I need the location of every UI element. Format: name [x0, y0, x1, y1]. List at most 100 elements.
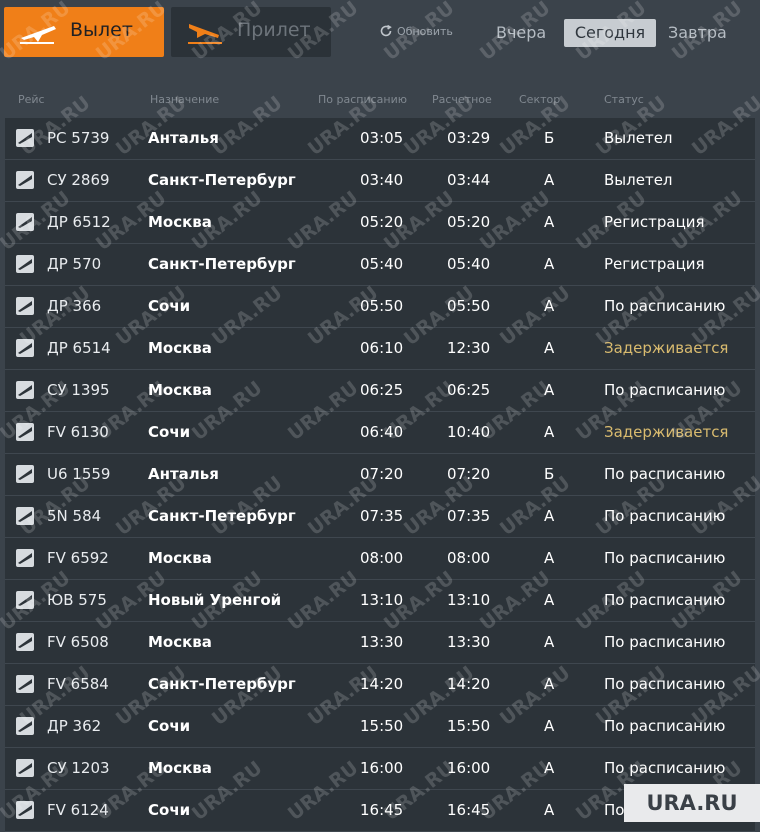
flight-status: Регистрация [604, 255, 705, 273]
flight-number: ДР 366 [47, 297, 102, 315]
flight-status: Вылетел [604, 171, 673, 189]
table-row[interactable]: ДР 362 Сочи 15:50 15:50 А По расписанию [5, 706, 755, 748]
sector: А [544, 549, 555, 567]
sector: А [544, 255, 555, 273]
airline-logo-icon [16, 549, 34, 567]
sector: А [544, 591, 555, 609]
table-row[interactable]: СУ 1395 Москва 06:25 06:25 А По расписанию [5, 370, 755, 412]
scheduled-time: 05:40 [360, 255, 404, 273]
scheduled-time: 05:50 [360, 297, 404, 315]
airline-logo-icon [16, 759, 34, 777]
flight-number: ДР 6514 [47, 339, 111, 357]
flight-number: ДР 6512 [47, 213, 111, 231]
table-row[interactable]: ЮВ 575 Новый Уренгой 13:10 13:10 А По расписа… [5, 580, 755, 622]
estimated-time: 15:50 [447, 717, 491, 735]
day-yesterday-button[interactable]: Вчера [496, 19, 546, 47]
table-row[interactable]: ДР 6514 Москва 06:10 12:30 А Задерживается [5, 328, 755, 370]
table-row[interactable]: РС 5739 Анталья 03:05 03:29 Б Вылетел [5, 118, 755, 160]
flight-number: FV 6508 [47, 633, 109, 651]
flight-status: По расписанию [604, 507, 726, 525]
top-bar: Вылет Прилет Обновить Вчера Сегодня Завт… [0, 0, 760, 66]
tab-departures-label: Вылет [70, 19, 133, 41]
refresh-icon [380, 24, 392, 37]
sector: Б [544, 465, 555, 483]
table-row[interactable]: U6 1559 Анталья 07:20 07:20 Б По расписанию [5, 454, 755, 496]
table-row[interactable]: 5N 584 Санкт-Петербург 07:35 07:35 А По распи… [5, 496, 755, 538]
scheduled-time: 05:20 [360, 213, 404, 231]
sector: А [544, 171, 555, 189]
airline-logo-icon [16, 717, 34, 735]
table-row[interactable]: FV 6584 Санкт-Петербург 14:20 14:20 А По расп… [5, 664, 755, 706]
tab-arrivals-label: Прилет [237, 19, 311, 41]
plane-takeoff-icon [20, 26, 56, 44]
table-row[interactable]: FV 6130 Сочи 06:40 10:40 А Задерживается [5, 412, 755, 454]
sector: А [544, 297, 555, 315]
scheduled-time: 06:25 [360, 381, 404, 399]
table-row[interactable]: FV 6508 Москва 13:30 13:30 А По расписанию [5, 622, 755, 664]
table-row[interactable]: СУ 2869 Санкт-Петербург 03:40 03:44 А Вылетел [5, 160, 755, 202]
estimated-time: 08:00 [447, 549, 491, 567]
col-destination-header: Назначение [150, 93, 220, 106]
destination: Анталья [148, 465, 219, 483]
tab-arrivals[interactable]: Прилет [171, 7, 331, 57]
estimated-time: 14:20 [447, 675, 491, 693]
estimated-time: 10:40 [447, 423, 491, 441]
airline-logo-icon [16, 423, 34, 441]
tab-departures[interactable]: Вылет [4, 7, 164, 57]
flight-number: СУ 1395 [47, 381, 110, 399]
scheduled-time: 03:05 [360, 129, 404, 147]
flight-status: Вылетел [604, 129, 673, 147]
flight-status: По расписанию [604, 633, 726, 651]
destination: Новый Уренгой [148, 591, 282, 609]
flight-number: РС 5739 [47, 129, 110, 147]
refresh-button[interactable]: Обновить [379, 24, 453, 38]
flight-status: По расписанию [604, 591, 726, 609]
scheduled-time: 06:40 [360, 423, 404, 441]
airline-logo-icon [16, 507, 34, 525]
estimated-time: 03:44 [447, 171, 491, 189]
destination: Сочи [148, 423, 191, 441]
destination: Санкт-Петербург [148, 171, 296, 189]
airline-logo-icon [16, 465, 34, 483]
col-flight-header: Рейс [18, 93, 45, 106]
day-today-button[interactable]: Сегодня [564, 19, 656, 47]
airline-logo-icon [16, 633, 34, 651]
col-sector-header: Сектор [519, 93, 561, 106]
destination: Санкт-Петербург [148, 507, 296, 525]
flight-status: Задерживается [604, 339, 729, 357]
airline-logo-icon [16, 297, 34, 315]
scheduled-time: 08:00 [360, 549, 404, 567]
table-row[interactable]: ДР 366 Сочи 05:50 05:50 А По расписанию [5, 286, 755, 328]
flight-number: FV 6130 [47, 423, 109, 441]
sector: А [544, 213, 555, 231]
col-scheduled-header: По расписанию [318, 93, 407, 106]
destination: Москва [148, 759, 212, 777]
estimated-time: 12:30 [447, 339, 491, 357]
sector: А [544, 801, 555, 819]
flight-number: FV 6584 [47, 675, 109, 693]
table-row[interactable]: ДР 570 Санкт-Петербург 05:40 05:40 А Регистра… [5, 244, 755, 286]
sector: А [544, 507, 555, 525]
estimated-time: 16:00 [447, 759, 491, 777]
flight-status: По расписанию [604, 297, 726, 315]
destination: Москва [148, 381, 212, 399]
day-tomorrow-button[interactable]: Завтра [668, 19, 727, 47]
table-row[interactable]: FV 6592 Москва 08:00 08:00 А По расписанию [5, 538, 755, 580]
flight-status: По расписанию [604, 381, 726, 399]
sector: А [544, 423, 555, 441]
flight-status: По расписанию [604, 717, 726, 735]
scheduled-time: 16:45 [360, 801, 404, 819]
sector: Б [544, 129, 555, 147]
sector: А [544, 759, 555, 777]
col-estimated-header: Расчетное [432, 93, 492, 106]
estimated-time: 16:45 [447, 801, 491, 819]
flight-status: По расписанию [604, 549, 726, 567]
estimated-time: 05:40 [447, 255, 491, 273]
flight-number: СУ 1203 [47, 759, 110, 777]
destination: Сочи [148, 801, 191, 819]
flight-number: ДР 362 [47, 717, 102, 735]
table-row[interactable]: ДР 6512 Москва 05:20 05:20 А Регистрация [5, 202, 755, 244]
airline-logo-icon [16, 591, 34, 609]
destination: Сочи [148, 717, 191, 735]
airline-logo-icon [16, 129, 34, 147]
